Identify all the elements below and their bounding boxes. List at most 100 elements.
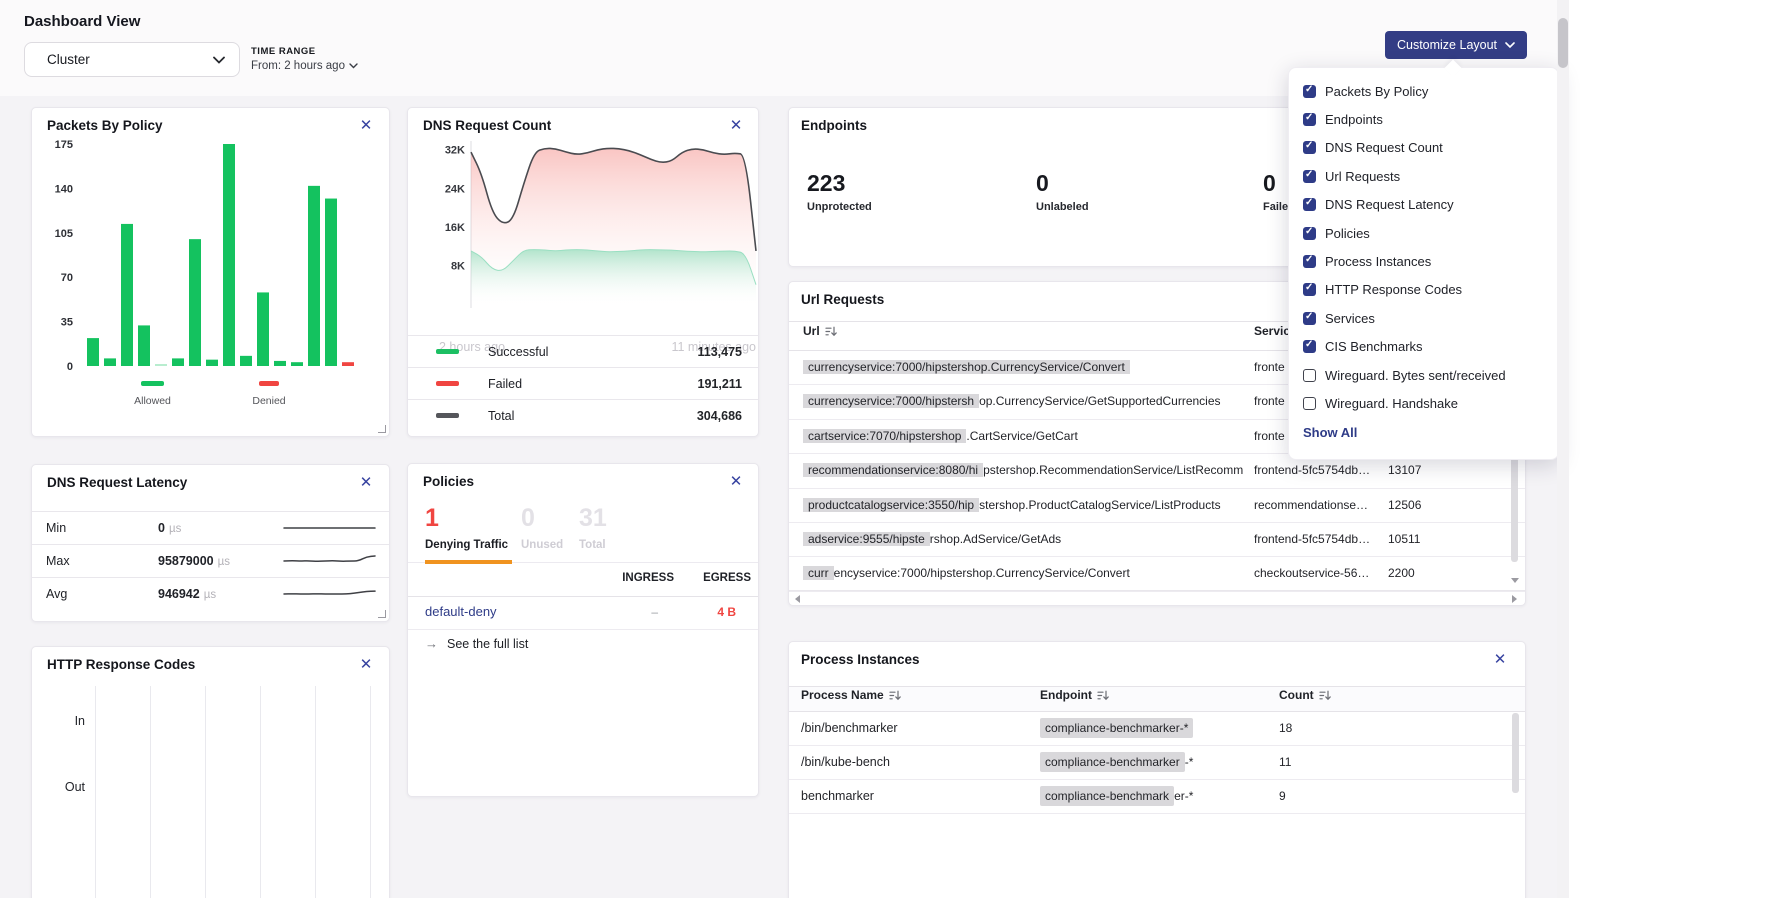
menu-item-endpoints[interactable]: Endpoints: [1289, 105, 1558, 133]
vertical-scrollbar[interactable]: [1511, 442, 1518, 562]
checkbox-checked-icon[interactable]: [1303, 340, 1316, 353]
stat-value: 0: [521, 504, 563, 533]
url-rest: pstershop.RecommendationService/ListReco…: [983, 463, 1243, 477]
close-icon[interactable]: ✕: [357, 656, 375, 674]
menu-item-wireguard-handshake[interactable]: Wireguard. Handshake: [1289, 389, 1558, 417]
sort-icon: [1319, 690, 1331, 701]
scroll-left-arrow-icon[interactable]: [795, 595, 800, 603]
menu-item-label: Packets By Policy: [1325, 84, 1428, 99]
menu-item-label: CIS Benchmarks: [1325, 339, 1423, 354]
bar-allowed: [274, 361, 286, 366]
url-cell: recommendationservice:8080/hipstershop.R…: [803, 463, 1243, 477]
stat-value: 0: [1036, 170, 1089, 197]
stat-value: 223: [807, 170, 872, 197]
see-full-list-link[interactable]: → See the full list: [425, 636, 528, 651]
svg-text:32K: 32K: [445, 145, 465, 157]
checkbox-checked-icon[interactable]: [1303, 113, 1316, 126]
latency-value: 95879000: [158, 554, 214, 568]
latency-sparkline: [282, 550, 377, 572]
bar-allowed: [189, 239, 201, 366]
resize-handle[interactable]: [378, 425, 386, 433]
resize-handle[interactable]: [378, 610, 386, 618]
http-row-label-out: Out: [32, 780, 85, 794]
endpoint-highlight: compliance-benchmark: [1040, 786, 1174, 806]
url-highlight: currencyservice:7000/hipstershop.Currenc…: [803, 360, 1130, 374]
close-icon[interactable]: ✕: [357, 117, 375, 135]
view-selector[interactable]: Cluster: [24, 42, 240, 77]
menu-item-wireguard-bytes-sent-received[interactable]: Wireguard. Bytes sent/received: [1289, 361, 1558, 389]
page-title: Dashboard View: [24, 13, 140, 30]
menu-item-packets-by-policy[interactable]: Packets By Policy: [1289, 77, 1558, 105]
checkbox-checked-icon[interactable]: [1303, 198, 1316, 211]
chevron-down-icon: [1505, 38, 1515, 52]
checkbox-checked-icon[interactable]: [1303, 170, 1316, 183]
checkbox-checked-icon[interactable]: [1303, 255, 1316, 268]
menu-item-label: DNS Request Count: [1325, 140, 1443, 155]
time-range-label: TIME RANGE: [251, 46, 358, 57]
menu-item-dns-request-latency[interactable]: DNS Request Latency: [1289, 191, 1558, 219]
time-range[interactable]: TIME RANGE From: 2 hours ago: [251, 46, 358, 72]
checkbox-checked-icon[interactable]: [1303, 312, 1316, 325]
menu-item-policies[interactable]: Policies: [1289, 219, 1558, 247]
checkbox-checked-icon[interactable]: [1303, 227, 1316, 240]
menu-item-process-instances[interactable]: Process Instances: [1289, 247, 1558, 275]
bar-allowed: [155, 364, 167, 366]
checkbox-checked-icon[interactable]: [1303, 85, 1316, 98]
checkbox-checked-icon[interactable]: [1303, 141, 1316, 154]
menu-item-dns-request-count[interactable]: DNS Request Count: [1289, 134, 1558, 162]
column-header-url[interactable]: Url: [803, 312, 837, 350]
process-table-row[interactable]: /bin/benchmarkercompliance-benchmarker-*…: [789, 711, 1525, 745]
menu-item-cis-benchmarks[interactable]: CIS Benchmarks: [1289, 333, 1558, 361]
legend-label: Successful: [488, 345, 548, 359]
close-icon[interactable]: ✕: [357, 474, 375, 492]
policies-stat-unused[interactable]: 0 Unused: [521, 504, 563, 551]
latency-label: Max: [46, 554, 141, 568]
url-table-row[interactable]: productcatalogservice:3550/hipstershop.P…: [789, 488, 1525, 522]
process-table-row[interactable]: benchmarkercompliance-benchmarker-*9: [789, 779, 1525, 813]
close-icon[interactable]: ✕: [727, 473, 745, 491]
legend-row-failed: Failed191,211: [408, 367, 758, 399]
column-header-endpoint[interactable]: Endpoint: [1040, 688, 1109, 702]
url-table-row[interactable]: currencyservice:7000/hipstershop.Currenc…: [789, 556, 1525, 590]
stat-label: Unused: [521, 539, 563, 551]
menu-item-url-requests[interactable]: Url Requests: [1289, 162, 1558, 190]
policies-stat-total[interactable]: 31Total: [579, 504, 607, 551]
column-header-process-name[interactable]: Process Name: [801, 688, 901, 702]
scroll-right-arrow-icon[interactable]: [1512, 595, 1517, 603]
column-header-count[interactable]: Count: [1279, 688, 1331, 702]
service-cell: fronte: [1254, 394, 1285, 408]
http-row-label-in: In: [32, 714, 85, 728]
bar-denied: [342, 362, 354, 366]
url-cell: productcatalogservice:3550/hipstershop.P…: [803, 498, 1221, 512]
process-name-cell: /bin/kube-bench: [801, 755, 890, 769]
count-cell: 13107: [1388, 463, 1421, 477]
vertical-scrollbar[interactable]: [1512, 713, 1519, 793]
latency-label: Avg: [46, 587, 141, 601]
latency-value: 0: [158, 521, 165, 535]
checkbox-unchecked-icon[interactable]: [1303, 397, 1316, 410]
customize-layout-button[interactable]: Customize Layout: [1385, 31, 1527, 59]
url-highlight: cartservice:7070/hipstershop: [803, 429, 966, 443]
menu-item-http-response-codes[interactable]: HTTP Response Codes: [1289, 276, 1558, 304]
close-icon[interactable]: ✕: [1491, 651, 1509, 669]
endpoint-highlight: compliance-benchmarker: [1040, 752, 1185, 772]
checkbox-checked-icon[interactable]: [1303, 283, 1316, 296]
checkbox-unchecked-icon[interactable]: [1303, 369, 1316, 382]
policies-stat-denying-traffic[interactable]: 1Denying Traffic: [425, 504, 508, 551]
menu-item-services[interactable]: Services: [1289, 304, 1558, 332]
latency-row-avg: Avg946942µs: [32, 577, 389, 610]
page-scrollbar[interactable]: [1557, 0, 1569, 898]
close-icon[interactable]: ✕: [727, 117, 745, 135]
bar-allowed: [206, 360, 218, 366]
divider: [408, 629, 758, 630]
bar-allowed: [104, 358, 116, 366]
svg-text:Denied: Denied: [252, 395, 285, 407]
process-table-row[interactable]: /bin/kube-benchcompliance-benchmarker-*1…: [789, 745, 1525, 779]
scroll-down-arrow-icon[interactable]: [1511, 578, 1519, 583]
svg-text:105: 105: [55, 228, 73, 240]
sort-icon: [889, 690, 901, 701]
url-table-row[interactable]: adservice:9555/hipstershop.AdService/Get…: [789, 522, 1525, 556]
latency-row-min: Min0µs: [32, 511, 389, 544]
scrollbar-thumb[interactable]: [1558, 18, 1568, 68]
show-all-link[interactable]: Show All: [1303, 425, 1357, 440]
